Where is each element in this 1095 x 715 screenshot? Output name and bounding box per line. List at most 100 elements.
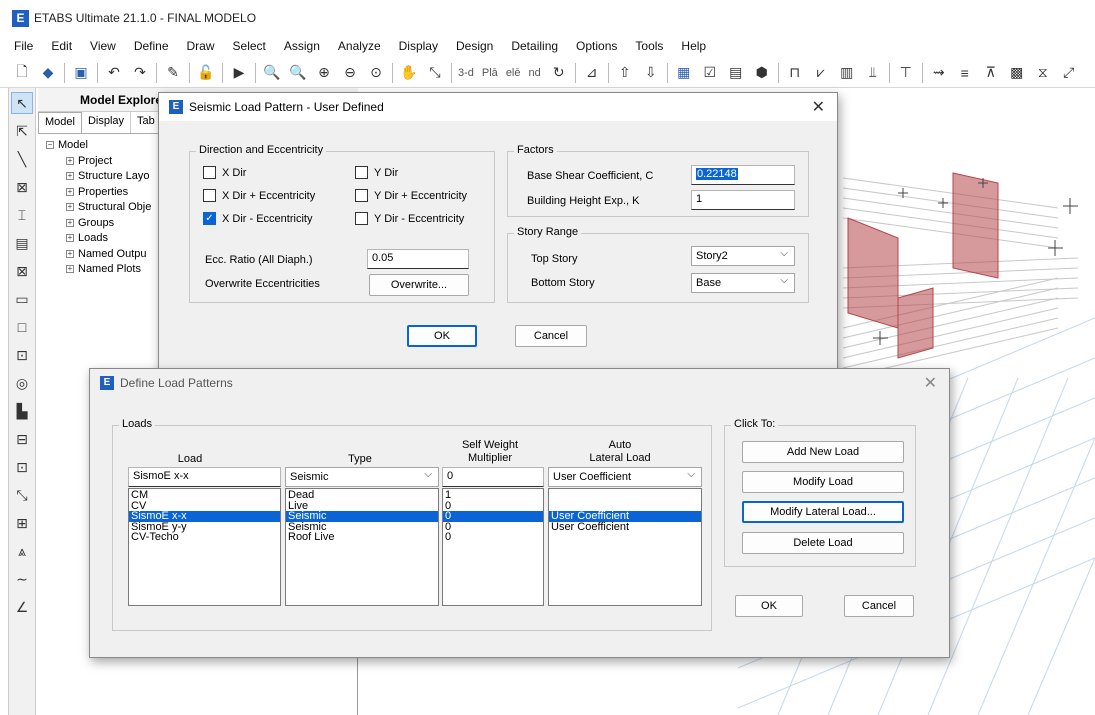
tree-item-named-plots[interactable]: + Named Plots (46, 262, 151, 278)
checkbox-box[interactable] (355, 212, 368, 225)
expand-icon[interactable]: + (66, 234, 74, 243)
draw-brace-icon[interactable]: ⊠ (11, 176, 33, 198)
tree-item-properties[interactable]: + Properties (46, 185, 151, 201)
menu-display[interactable]: Display (399, 39, 438, 53)
zoom-fit-icon[interactable]: ⊙ (366, 63, 386, 83)
tree-item-loads[interactable]: + Loads (46, 231, 151, 247)
draw-dimension-icon[interactable]: ⤡ (11, 484, 33, 506)
tab-model[interactable]: Model (38, 112, 82, 133)
view-3d-button[interactable]: 3-d (458, 67, 474, 79)
menu-analyze[interactable]: Analyze (338, 39, 381, 53)
section-cut-icon[interactable]: ▩ (1007, 63, 1027, 83)
list-item[interactable]: CM (129, 490, 280, 501)
list-item[interactable]: User Coefficient (549, 521, 701, 533)
pan-icon[interactable]: ✋ (399, 63, 419, 83)
expand-icon[interactable]: + (66, 218, 74, 227)
draw-tendon-icon[interactable]: ⩓ (11, 540, 33, 562)
menu-edit[interactable]: Edit (51, 39, 72, 53)
zoom-in-icon[interactable]: ⊕ (314, 63, 334, 83)
expand-icon[interactable]: + (66, 249, 74, 258)
y-dir-minus-ecc-checkbox[interactable]: Y Dir - Eccentricity (355, 212, 464, 225)
modify-load-button[interactable]: Modify Load (742, 471, 904, 493)
close-icon[interactable]: ✕ (812, 97, 825, 117)
diaphragm-icon[interactable]: ⧖ (1033, 63, 1053, 83)
rotate-icon[interactable]: ↻ (549, 63, 569, 83)
list-item-selected[interactable]: SismoE x-x (129, 511, 280, 522)
menu-define[interactable]: Define (134, 39, 169, 53)
list-item-selected[interactable]: Seismic (286, 511, 438, 522)
list-item[interactable]: 0 (443, 500, 543, 512)
lateral-load-list[interactable]: User Coefficient User Coefficient (548, 488, 702, 606)
node-button[interactable]: nd (529, 67, 541, 79)
frame-icon[interactable]: ▤ (726, 63, 746, 83)
move-down-icon[interactable]: ⇩ (641, 63, 661, 83)
checkbox-box[interactable] (203, 166, 216, 179)
tree-item-model[interactable]: − Model (46, 138, 151, 154)
list-item[interactable]: 0 (443, 521, 543, 533)
multiplier-list[interactable]: 1 0 0 0 0 (442, 488, 544, 606)
draw-column-icon[interactable]: ⌶ (11, 204, 33, 226)
list-item-selected[interactable]: User Coefficient (549, 511, 701, 522)
pointer-icon[interactable]: ↖ (11, 92, 33, 114)
draw-line-icon[interactable]: ╲ (11, 148, 33, 170)
height-exp-input[interactable]: 1 (691, 190, 795, 210)
menu-view[interactable]: View (90, 39, 116, 53)
list-item[interactable]: 0 (443, 532, 543, 543)
list-item[interactable]: Dead (286, 490, 438, 501)
tab-display[interactable]: Display (82, 112, 132, 133)
top-story-dropdown[interactable]: Story2 ⌵ (691, 246, 795, 266)
bottom-story-dropdown[interactable]: Base ⌵ (691, 273, 795, 293)
display-options-icon[interactable]: ☑ (700, 63, 720, 83)
load-type-dropdown[interactable]: Seismic ⌵ (285, 467, 439, 487)
checkbox-box[interactable] (355, 166, 368, 179)
seismic-ok-button[interactable]: OK (407, 325, 477, 347)
menu-assign[interactable]: Assign (284, 39, 320, 53)
x-dir-plus-ecc-checkbox[interactable]: X Dir + Eccentricity (203, 189, 315, 202)
list-item[interactable] (549, 490, 701, 501)
draw-wave-icon[interactable]: ∼ (11, 568, 33, 590)
move-up-icon[interactable]: ⇧ (615, 63, 635, 83)
base-shear-input[interactable]: 0.22148 (691, 165, 795, 185)
delete-load-button[interactable]: Delete Load (742, 532, 904, 554)
check-icon[interactable]: ✓ (203, 212, 216, 225)
undo-icon[interactable]: ↶ (104, 63, 124, 83)
tree-item-named-output[interactable]: + Named Outpu (46, 247, 151, 263)
load-arrow-icon[interactable]: ⇝ (929, 63, 949, 83)
zoom-out-icon[interactable]: ⊖ (340, 63, 360, 83)
tree-item-structural-objects[interactable]: + Structural Obje (46, 200, 151, 216)
draw-wall-stack-icon[interactable]: ▙ (11, 400, 33, 422)
shell-icon[interactable]: ⬢ (752, 63, 772, 83)
object-shrink-icon[interactable]: ▦ (674, 63, 694, 83)
link-icon[interactable]: ≡ (955, 63, 975, 83)
auto-lateral-load-dropdown[interactable]: User Coefficient ⌵ (548, 467, 702, 487)
seismic-cancel-button[interactable]: Cancel (515, 325, 587, 347)
overwrite-button[interactable]: Overwrite... (369, 274, 469, 296)
draw-slab-icon[interactable]: ⊟ (11, 428, 33, 450)
tree-item-structure-layout[interactable]: + Structure Layo (46, 169, 151, 185)
column-icon[interactable]: ⊤ (896, 63, 916, 83)
y-dir-checkbox[interactable]: Y Dir (355, 166, 398, 179)
menu-file[interactable]: File (14, 39, 33, 53)
support-icon[interactable]: ⫫ (863, 63, 883, 83)
self-weight-multiplier-input[interactable]: 0 (442, 467, 544, 487)
rubber-band-icon[interactable]: ⤡ (425, 63, 445, 83)
menu-tools[interactable]: Tools (635, 39, 663, 53)
y-dir-plus-ecc-checkbox[interactable]: Y Dir + Eccentricity (355, 189, 467, 202)
menu-draw[interactable]: Draw (187, 39, 215, 53)
new-model-icon[interactable]: 🗋 (12, 63, 32, 83)
list-item-selected[interactable]: 0 (443, 511, 543, 522)
perspective-icon[interactable]: ⊿ (582, 63, 602, 83)
list-item[interactable]: Roof Live (286, 532, 438, 543)
x-dir-checkbox[interactable]: X Dir (203, 166, 246, 179)
list-item[interactable]: CV-Techo (129, 532, 280, 543)
lock-icon[interactable]: 🔓 (196, 63, 216, 83)
menu-help[interactable]: Help (681, 39, 706, 53)
ecc-ratio-input[interactable]: 0.05 (367, 249, 469, 269)
beam-icon[interactable]: ⊓ (785, 63, 805, 83)
pencil-icon[interactable]: ✎ (163, 63, 183, 83)
draw-grid-beams-icon[interactable]: ▤ (11, 232, 33, 254)
draw-point-icon[interactable]: ⊡ (11, 456, 33, 478)
menu-detailing[interactable]: Detailing (511, 39, 558, 53)
expand-icon[interactable]: + (66, 156, 74, 165)
collapse-icon[interactable]: − (46, 141, 54, 150)
